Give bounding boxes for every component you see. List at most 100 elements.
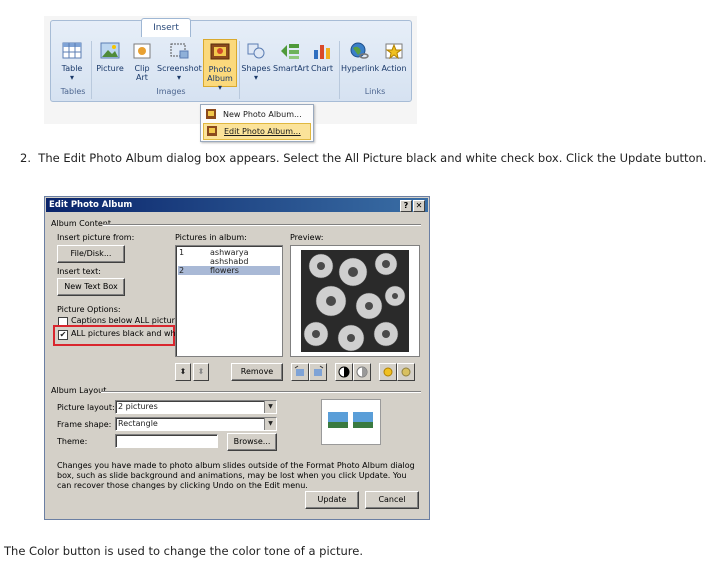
new-text-box-button[interactable]: New Text Box xyxy=(57,278,125,296)
frame-shape-select[interactable]: Rectangle ▼ xyxy=(115,417,277,431)
globe-icon xyxy=(348,41,370,61)
action-star-icon xyxy=(383,41,405,61)
picture-layout-value: 2 pictures xyxy=(118,402,158,411)
update-button[interactable]: Update xyxy=(305,491,359,509)
table-button[interactable]: Table ▾ xyxy=(57,41,87,82)
item-name: ashwarya xyxy=(210,248,249,257)
chart-label: Chart xyxy=(311,64,333,73)
step-text: The Edit Photo Album dialog box appears.… xyxy=(38,151,707,165)
insert-text-label: Insert text: xyxy=(57,267,101,276)
rotate-left-icon xyxy=(294,365,304,376)
flowers-preview-image xyxy=(301,250,409,352)
clip-art-label: Clip xyxy=(134,64,150,73)
chart-button[interactable]: Chart xyxy=(309,41,335,73)
shapes-sub: ▾ xyxy=(253,73,258,82)
cancel-button[interactable]: Cancel xyxy=(365,491,419,509)
dialog-screenshot: Edit Photo Album ? ✕ Album Content Inser… xyxy=(44,196,430,520)
frame-shape-value: Rectangle xyxy=(118,419,158,428)
move-up-button[interactable]: ⬍ xyxy=(175,363,191,381)
album-content-heading: Album Content xyxy=(51,219,111,228)
table-label: Table xyxy=(61,64,83,73)
pictures-in-album-label: Pictures in album: xyxy=(175,233,247,242)
hyperlink-label: Hyperlink xyxy=(341,64,380,73)
brightness-down-button[interactable] xyxy=(397,363,415,381)
item-number: 2 xyxy=(179,266,185,275)
close-button[interactable]: ✕ xyxy=(413,200,425,212)
picture-icon xyxy=(99,41,121,61)
menu-item-edit-photo-album[interactable]: Edit Photo Album... xyxy=(203,123,311,140)
action-button[interactable]: Action xyxy=(379,41,409,73)
separator xyxy=(91,41,92,99)
pictures-list[interactable]: 1 ashwarya ashshabd 2 flowers xyxy=(175,245,283,357)
shapes-label: Shapes xyxy=(241,64,271,73)
shapes-button[interactable]: Shapes ▾ xyxy=(241,41,271,82)
contrast-up-icon xyxy=(338,366,350,378)
rotate-right-button[interactable] xyxy=(309,363,327,381)
picture-layout-select[interactable]: 2 pictures ▼ xyxy=(115,400,277,414)
shapes-icon xyxy=(245,41,267,61)
move-down-button[interactable]: ⬍ xyxy=(193,363,209,381)
table-icon xyxy=(61,41,83,61)
group-links: Links xyxy=(364,87,386,96)
hyperlink-button[interactable]: Hyperlink xyxy=(341,41,380,73)
picture-button[interactable]: Picture xyxy=(95,41,125,73)
theme-field[interactable] xyxy=(115,434,218,448)
bw-checkbox[interactable]: ✔ xyxy=(58,330,68,340)
item-name: ashshabd xyxy=(210,257,249,266)
clip-art-icon xyxy=(131,41,153,61)
table-sub: ▾ xyxy=(69,73,74,82)
frame-shape-label: Frame shape: xyxy=(57,420,112,429)
preview-pane xyxy=(290,245,420,357)
photo-album-button[interactable]: Photo Album ▾ xyxy=(203,39,237,92)
ribbon-insert: Insert Table ▾ Picture Clip Art Screensh… xyxy=(50,18,412,102)
up-arrow-icon: ⬍ xyxy=(179,367,187,376)
separator xyxy=(239,41,240,99)
menu-item-new-photo-album[interactable]: New Photo Album... xyxy=(203,107,311,122)
edit-photo-album-dialog: Edit Photo Album ? ✕ Album Content Inser… xyxy=(44,196,430,520)
rotate-left-button[interactable] xyxy=(291,363,309,381)
step-number: 2. xyxy=(20,151,31,165)
footer-text: The Color button is used to change the c… xyxy=(4,544,363,558)
chart-icon xyxy=(311,41,333,61)
edit-album-icon xyxy=(207,126,217,136)
down-arrow-icon: ⬍ xyxy=(197,367,205,376)
menu-item-label: New Photo Album... xyxy=(223,110,302,119)
captions-label: Captions below ALL pictures xyxy=(71,316,184,325)
group-images: Images xyxy=(156,87,186,96)
dialog-title: Edit Photo Album xyxy=(49,200,133,210)
list-item[interactable]: ashshabd xyxy=(178,257,280,266)
picture-options-label: Picture Options: xyxy=(57,305,121,314)
step-instruction: 2. The Edit Photo Album dialog box appea… xyxy=(20,151,706,165)
browse-button[interactable]: Browse... xyxy=(227,433,277,451)
tab-insert[interactable]: Insert xyxy=(141,18,191,37)
item-name: flowers xyxy=(210,266,239,275)
rotate-right-icon xyxy=(314,365,324,376)
chevron-down-icon[interactable]: ▼ xyxy=(264,418,276,430)
separator xyxy=(339,41,340,99)
picture-label: Picture xyxy=(96,64,124,73)
photo-album-icon xyxy=(209,42,231,62)
contrast-down-button[interactable] xyxy=(353,363,371,381)
screenshot-button[interactable]: Screenshot ▾ xyxy=(157,41,202,82)
help-button[interactable]: ? xyxy=(400,200,412,212)
brightness-up-button[interactable] xyxy=(379,363,397,381)
smartart-button[interactable]: SmartArt xyxy=(273,41,309,73)
notice-text: Changes you have made to photo album sli… xyxy=(57,461,415,490)
photo-album-label: Photo xyxy=(208,65,232,74)
clip-art-button[interactable]: Clip Art xyxy=(129,41,155,82)
remove-button[interactable]: Remove xyxy=(231,363,283,381)
screenshot-icon xyxy=(168,41,190,61)
file-disk-button[interactable]: File/Disk... xyxy=(57,245,125,263)
chevron-down-icon[interactable]: ▼ xyxy=(264,401,276,413)
list-item[interactable]: 1 ashwarya xyxy=(178,248,280,257)
clip-art-sub: Art xyxy=(136,73,148,82)
contrast-down-icon xyxy=(356,366,368,378)
theme-label: Theme: xyxy=(57,437,88,446)
group-tables: Tables xyxy=(60,87,86,96)
contrast-up-button[interactable] xyxy=(335,363,353,381)
list-item-selected[interactable]: 2 flowers xyxy=(178,266,280,275)
smartart-icon xyxy=(279,41,301,61)
ribbon-screenshot: Insert Table ▾ Picture Clip Art Screensh… xyxy=(44,16,417,142)
divider xyxy=(103,224,421,226)
brightness-up-icon xyxy=(383,367,393,377)
